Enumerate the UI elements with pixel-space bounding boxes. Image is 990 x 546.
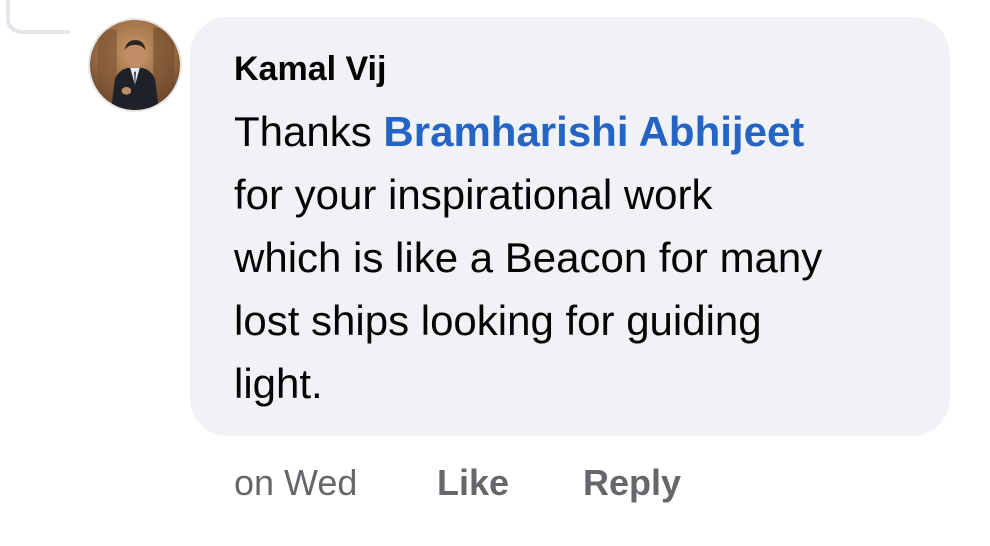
- comment-author-name[interactable]: Kamal Vij: [234, 48, 386, 90]
- comment-line-4: lost ships looking for guiding: [234, 297, 762, 344]
- comment-text-prefix: Thanks: [234, 108, 384, 155]
- comment-line-3: which is like a Beacon for many: [234, 234, 823, 281]
- mention-link[interactable]: Bramharishi Abhijeet: [383, 108, 804, 155]
- like-button[interactable]: Like: [437, 460, 509, 506]
- profile-photo-icon: [90, 20, 180, 110]
- comment-thread: Kamal Vij Thanks Bramharishi Abhijeet fo…: [0, 0, 990, 546]
- comment-line-1: Thanks Bramharishi Abhijeet: [234, 100, 934, 163]
- avatar[interactable]: [88, 18, 182, 112]
- reply-button[interactable]: Reply: [583, 460, 681, 506]
- comment-line-2: for your inspirational work: [234, 171, 713, 218]
- comment-timestamp[interactable]: on Wed: [234, 460, 357, 506]
- thread-connector-line: [6, 0, 70, 34]
- comment-body: Thanks Bramharishi Abhijeet for your ins…: [234, 100, 934, 415]
- comment-line-5: light.: [234, 360, 323, 407]
